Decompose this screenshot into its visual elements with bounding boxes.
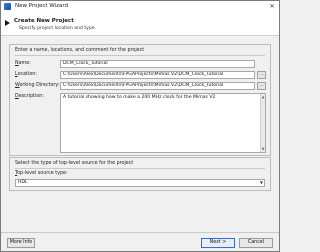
source-type-panel-label: Select the type of top-level source for …	[15, 161, 134, 166]
next-button[interactable]: Next >	[201, 238, 235, 248]
working-directory-label: Working Directory:	[15, 83, 60, 88]
top-level-source-type-label: Top-level source type:	[15, 171, 68, 176]
location-browse-button[interactable]: ...	[257, 71, 266, 79]
wizard-header: Create New Project Specify project locat…	[1, 11, 279, 36]
chevron-down-icon[interactable]: ▼	[260, 180, 263, 186]
top-level-source-type-select[interactable]: HDL ▼	[15, 179, 265, 187]
app-icon	[4, 2, 11, 10]
location-input[interactable]: C:\Users\Alex\Documents\FPGAProjects\Mim…	[60, 71, 255, 79]
description-textarea[interactable]: A tutorial showing how to make a 200 MHz…	[60, 93, 266, 153]
name-label: Name:	[15, 61, 31, 66]
page-subtitle: Specify project location and type.	[19, 26, 97, 31]
close-icon[interactable]: ✕	[265, 1, 279, 11]
working-directory-input[interactable]: C:\Users\Alex\Documents\FPGAProjects\Mim…	[60, 82, 255, 90]
description-label: Description:	[15, 94, 44, 99]
divider	[15, 55, 265, 56]
project-details-label: Enter a name, locations, and comment for…	[15, 48, 145, 53]
page-title: Create New Project	[14, 18, 74, 24]
window-title: New Project Wizard	[15, 3, 69, 9]
scroll-down-icon[interactable]: ▼	[262, 146, 265, 152]
divider	[15, 168, 265, 169]
new-project-wizard-window: New Project Wizard ✕ Create New Project …	[0, 0, 280, 252]
scroll-up-icon[interactable]: ▲	[262, 94, 265, 100]
title-bar[interactable]: New Project Wizard ✕	[1, 1, 279, 11]
cancel-button[interactable]: Cancel	[239, 238, 273, 248]
source-type-panel: Select the type of top-level source for …	[9, 157, 271, 191]
description-scrollbar[interactable]: ▲ ▼	[260, 94, 265, 152]
name-input[interactable]: DCM_Clock_Tutorial	[60, 60, 255, 68]
project-details-panel: Enter a name, locations, and comment for…	[9, 44, 271, 156]
more-info-button[interactable]: More Info	[7, 238, 35, 248]
working-directory-browse-button[interactable]: ...	[257, 82, 266, 90]
footer-divider	[1, 232, 279, 233]
arrow-icon	[5, 20, 10, 26]
select-value: HDL	[18, 180, 28, 185]
location-label: Location:	[15, 72, 37, 77]
description-text: A tutorial showing how to make a 200 MHz…	[63, 95, 216, 100]
window-controls: ✕	[265, 1, 279, 11]
